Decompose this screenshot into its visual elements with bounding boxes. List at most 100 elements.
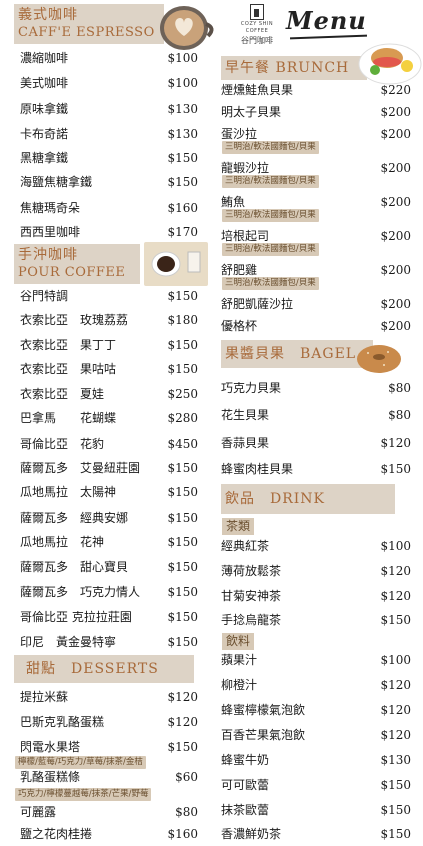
menu-item-row: 瓜地馬拉 花神 $150 — [20, 532, 198, 552]
menu-item-name: 香濃鮮奶茶 — [221, 827, 282, 841]
menu-title-underline — [289, 34, 367, 40]
menu-item-name: 原味拿鐵 — [20, 102, 69, 116]
menu-item-price: $150 — [167, 535, 198, 549]
menu-item-name: 柳橙汁 — [221, 678, 258, 692]
menu-item-price: $100 — [167, 51, 198, 65]
menu-item-price: $120 — [380, 728, 411, 742]
menu-item-row: 巴斯克乳酪蛋糕 $120 — [20, 712, 198, 732]
menu-item-row: 蜂蜜檸檬氣泡飲 $120 — [221, 700, 411, 720]
menu-item-price: $150 — [167, 338, 198, 352]
menu-item-row: 可麗露 $80 — [20, 802, 198, 822]
menu-item-row: 抹茶歐蕾 $150 — [221, 800, 411, 820]
menu-item-price: $100 — [167, 76, 198, 90]
menu-item-name: 西西里咖啡 — [20, 225, 81, 239]
brunch-title: 早午餐 BRUNCH — [225, 60, 350, 76]
menu-item-row: 瓜地馬拉 太陽神 $150 — [20, 482, 198, 502]
menu-item-row: 巧克力貝果 $80 — [221, 378, 411, 398]
menu-item-price: $150 — [167, 740, 198, 754]
menu-item-price: $200 — [380, 263, 411, 277]
menu-item-name: 手捻烏龍茶 — [221, 613, 282, 627]
menu-item-name: 可可歐蕾 — [221, 778, 270, 792]
bagel-title: 果醬貝果 BAGEL — [225, 346, 357, 362]
menu-item-name: 薩爾瓦多 艾曼紐莊園 — [20, 461, 141, 475]
menu-item-row: 乳酪蛋糕條 $60 — [20, 767, 198, 787]
bread-option-tag: 三明治/軟法國麵包/貝果 — [222, 277, 319, 290]
menu-item-name: 蘋果汁 — [221, 653, 258, 667]
menu-item-name: 鹽之花肉桂捲 — [20, 827, 93, 841]
menu-item-row: 手捻烏龍茶 $150 — [221, 610, 411, 630]
menu-item-row: 花生貝果 $80 — [221, 405, 411, 425]
menu-item-price: $150 — [167, 485, 198, 499]
menu-item-name: 焦糖瑪奇朵 — [20, 201, 81, 215]
espresso-title-zh: 義式咖啡 — [18, 7, 78, 23]
menu-item-price: $150 — [167, 362, 198, 376]
menu-item-price: $200 — [380, 161, 411, 175]
menu-item-row: 香蒜貝果 $120 — [221, 433, 411, 453]
bread-option-tag: 三明治/軟法國麵包/貝果 — [222, 243, 319, 256]
menu-item-price: $150 — [167, 289, 198, 303]
menu-item-row: 美式咖啡 $100 — [20, 73, 198, 93]
menu-item-price: $60 — [175, 770, 198, 784]
menu-item-name: 可麗露 — [20, 805, 57, 819]
menu-item-price: $100 — [380, 539, 411, 553]
menu-item-price: $250 — [167, 387, 198, 401]
menu-item-name: 黑糖拿鐵 — [20, 151, 69, 165]
menu-item-name: 谷門特調 — [20, 289, 69, 303]
desserts-title: 甜點 DESSERTS — [26, 661, 159, 677]
menu-item-name: 提拉米蘇 — [20, 690, 69, 704]
menu-item-name: 巧克力貝果 — [221, 381, 282, 395]
menu-item-price: $150 — [380, 803, 411, 817]
menu-item-row: 優格杯 $200 — [221, 316, 411, 336]
menu-item-price: $150 — [167, 511, 198, 525]
menu-item-price: $120 — [380, 589, 411, 603]
bagel-image — [357, 345, 401, 373]
menu-item-row: 百香芒果氣泡飲 $120 — [221, 725, 411, 745]
menu-item-name: 蜂蜜牛奶 — [221, 753, 270, 767]
menu-item-price: $200 — [380, 297, 411, 311]
menu-item-price: $130 — [167, 102, 198, 116]
tea-category-label: 茶類 — [222, 518, 255, 535]
logo-zh-text: 谷門咖啡 — [241, 36, 273, 45]
menu-item-row: 哥倫比亞 克拉拉莊園 $150 — [20, 607, 198, 627]
menu-item-row: 巴拿馬 花蝴蝶 $280 — [20, 408, 198, 428]
drinks-header: 飲品 DRINK — [221, 484, 395, 514]
menu-item-row: 濃縮咖啡 $100 — [20, 48, 198, 68]
menu-item-price: $120 — [380, 436, 411, 450]
menu-item-name: 海鹽焦糖拿鐵 — [20, 175, 93, 189]
menu-item-price: $280 — [167, 411, 198, 425]
menu-item-price: $160 — [167, 201, 198, 215]
bagel-header: 果醬貝果 BAGEL — [221, 340, 373, 368]
menu-item-price: $120 — [380, 678, 411, 692]
menu-item-price: $80 — [175, 805, 198, 819]
latte-cup-image — [160, 6, 214, 50]
menu-item-row: 鹽之花肉桂捲 $160 — [20, 824, 198, 844]
menu-item-row: 衣索比亞 果咕咕 $150 — [20, 359, 198, 379]
eclair-flavor-tag: 檸檬/藍莓/巧克力/草莓/抹茶/金桔 — [15, 756, 146, 769]
menu-item-name: 衣索比亞 果咕咕 — [20, 362, 117, 376]
menu-item-row: 柳橙汁 $120 — [221, 675, 411, 695]
menu-item-name: 優格杯 — [221, 319, 258, 333]
menu-item-name: 百香芒果氣泡飲 — [221, 728, 306, 742]
menu-item-name: 蜂蜜肉桂貝果 — [221, 462, 294, 476]
menu-item-row: 薄荷放鬆茶 $120 — [221, 561, 411, 581]
menu-item-name: 哥倫比亞 花豹 — [20, 437, 105, 451]
menu-item-name: 巴拿馬 花蝴蝶 — [20, 411, 117, 425]
menu-item-name: 瓜地馬拉 花神 — [20, 535, 105, 549]
bread-option-tag: 三明治/軟法國麵包/貝果 — [222, 141, 319, 154]
menu-item-name: 哥倫比亞 克拉拉莊園 — [20, 610, 132, 624]
menu-item-price: $80 — [388, 381, 411, 395]
menu-item-row: 薩爾瓦多 艾曼紐莊園 $150 — [20, 458, 198, 478]
menu-item-row: 衣索比亞 玫瑰荔荔 $180 — [20, 310, 198, 330]
menu-item-name: 舒肥凱薩沙拉 — [221, 297, 294, 311]
menu-item-price: $150 — [167, 461, 198, 475]
menu-item-row: 谷門特調 $150 — [20, 286, 198, 306]
menu-item-name: 濃縮咖啡 — [20, 51, 69, 65]
menu-item-price: $450 — [167, 437, 198, 451]
menu-item-name: 香蒜貝果 — [221, 436, 270, 450]
menu-item-name: 薩爾瓦多 經典安娜 — [20, 511, 129, 525]
menu-item-price: $160 — [167, 827, 198, 841]
menu-item-name: 衣索比亞 果丁丁 — [20, 338, 117, 352]
menu-item-row: 印尼 黃金曼特寧 $150 — [20, 632, 198, 652]
menu-item-price: $150 — [380, 613, 411, 627]
menu-item-price: $130 — [167, 127, 198, 141]
